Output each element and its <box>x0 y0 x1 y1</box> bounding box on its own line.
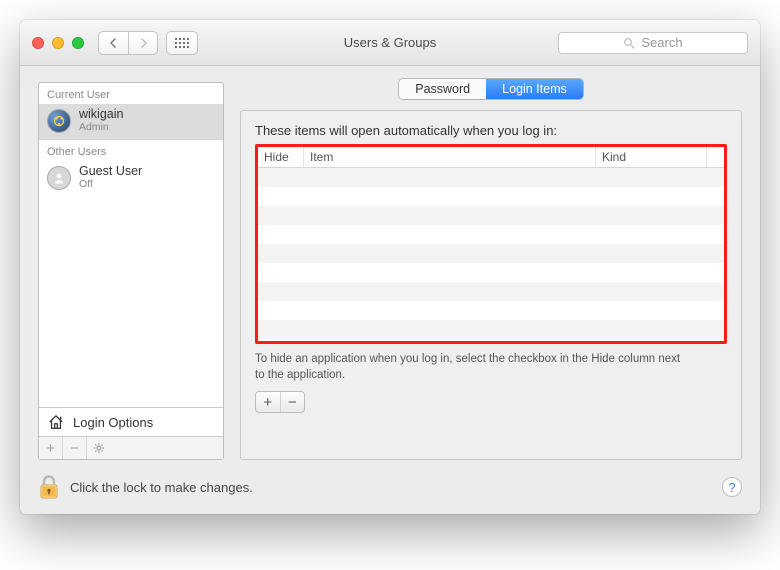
table-header: Hide Item Kind <box>258 147 724 168</box>
sidebar-footer: + − <box>39 436 223 459</box>
minimize-icon[interactable] <box>52 37 64 49</box>
column-hide[interactable]: Hide <box>258 147 304 167</box>
column-spacer <box>706 147 724 167</box>
add-user-button[interactable]: + <box>39 437 63 459</box>
window-controls <box>32 37 84 49</box>
sidebar-item-guest-user[interactable]: Guest User Off <box>39 161 223 196</box>
guest-user-name: Guest User <box>79 165 142 179</box>
login-options-label: Login Options <box>73 415 153 430</box>
close-icon[interactable] <box>32 37 44 49</box>
titlebar: Users & Groups Search <box>20 20 760 66</box>
nav-back-forward <box>98 31 158 55</box>
table-row <box>258 244 724 263</box>
guest-avatar-icon <box>47 166 71 190</box>
tab-group: Password Login Items <box>398 78 584 100</box>
intro-text: These items will open automatically when… <box>255 123 727 138</box>
table-row <box>258 225 724 244</box>
lock-text: Click the lock to make changes. <box>70 480 253 495</box>
remove-user-button[interactable]: − <box>63 437 87 459</box>
tab-password[interactable]: Password <box>399 79 486 99</box>
users-sidebar: Current User wikigain Admin Other Users <box>38 82 224 460</box>
column-item[interactable]: Item <box>304 147 596 167</box>
forward-button[interactable] <box>128 31 158 55</box>
lock-row: Click the lock to make changes. ? <box>38 474 742 500</box>
user-actions-button[interactable] <box>87 437 111 459</box>
help-button[interactable]: ? <box>722 477 742 497</box>
search-input[interactable]: Search <box>558 32 748 54</box>
zoom-icon[interactable] <box>72 37 84 49</box>
table-row <box>258 206 724 225</box>
current-user-name: wikigain <box>79 108 123 122</box>
search-placeholder: Search <box>641 35 682 50</box>
table-row <box>258 320 724 339</box>
table-row <box>258 301 724 320</box>
login-items-table: Hide Item Kind <box>255 144 727 344</box>
show-all-button[interactable] <box>166 31 198 55</box>
guest-user-status: Off <box>79 179 142 191</box>
tab-login-items[interactable]: Login Items <box>486 79 583 99</box>
gear-icon <box>93 442 105 454</box>
login-options-button[interactable]: Login Options <box>39 407 223 436</box>
hide-hint-text: To hide an application when you log in, … <box>255 352 685 383</box>
table-row <box>258 187 724 206</box>
avatar <box>47 109 71 133</box>
back-button[interactable] <box>98 31 128 55</box>
add-remove-group: + − <box>255 391 305 413</box>
main-area: Password Login Items These items will op… <box>240 82 742 460</box>
table-row <box>258 168 724 187</box>
table-body[interactable] <box>258 168 724 341</box>
other-users-label: Other Users <box>39 140 223 161</box>
lock-icon[interactable] <box>38 474 60 500</box>
add-item-button[interactable]: + <box>256 392 281 412</box>
sidebar-item-current-user[interactable]: wikigain Admin <box>39 104 223 139</box>
table-row <box>258 263 724 282</box>
remove-item-button[interactable]: − <box>281 392 305 412</box>
table-row <box>258 282 724 301</box>
current-user-label: Current User <box>39 83 223 104</box>
window-body: Current User wikigain Admin Other Users <box>20 66 760 514</box>
login-items-panel: These items will open automatically when… <box>240 110 742 460</box>
home-icon <box>47 414 65 430</box>
preferences-window: Users & Groups Search Current User wikig… <box>20 20 760 514</box>
column-kind[interactable]: Kind <box>596 147 706 167</box>
search-icon <box>623 37 635 49</box>
current-user-role: Admin <box>79 122 123 134</box>
